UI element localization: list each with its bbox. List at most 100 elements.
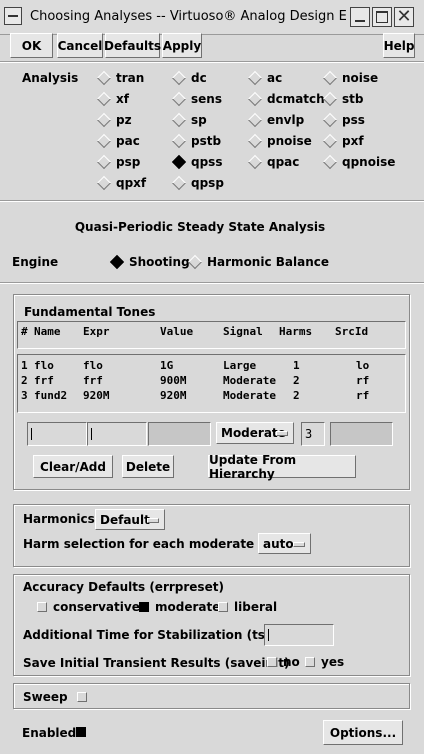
maximize-icon[interactable] — [372, 7, 392, 27]
analysis-option-label: noise — [342, 71, 379, 85]
analysis-radio-pxf[interactable]: pxf — [321, 132, 364, 150]
table-cell: Moderate — [223, 374, 276, 387]
analysis-option-label: pnoise — [267, 134, 312, 148]
tone-expr-input[interactable] — [87, 422, 147, 446]
analysis-radio-psp[interactable]: psp — [95, 153, 140, 171]
table-cell: Large — [223, 359, 257, 372]
analysis-option-label: pxf — [342, 134, 364, 148]
analysis-option-label: xf — [116, 92, 129, 106]
analysis-radio-ac[interactable]: ac — [246, 69, 282, 87]
table-cell: fund2 — [34, 389, 68, 402]
tstab-input[interactable] — [264, 624, 334, 646]
dropdown-indicator-icon — [276, 431, 288, 436]
engine-option-label: Shooting — [129, 255, 190, 269]
radio-unselected-icon — [247, 70, 263, 86]
tones-column-header: Signal — [223, 325, 263, 338]
analysis-option-label: pz — [116, 113, 132, 127]
radio-unselected-icon — [247, 91, 263, 107]
enabled-checkbox[interactable] — [76, 727, 86, 737]
errpreset-liberal[interactable]: liberal — [218, 600, 277, 614]
radio-unselected-icon — [171, 133, 187, 149]
errpreset-moderate[interactable]: moderate — [139, 600, 220, 614]
apply-button[interactable]: Apply — [162, 33, 202, 58]
delete-button[interactable]: Delete — [122, 455, 174, 478]
analysis-radio-pss[interactable]: pss — [321, 111, 365, 129]
saveinit-option-label: no — [283, 655, 300, 669]
defaults-button[interactable]: Defaults — [104, 33, 161, 58]
analysis-radio-stb[interactable]: stb — [321, 90, 363, 108]
errpreset-option-label: liberal — [234, 600, 278, 614]
radio-unselected-icon — [171, 175, 187, 191]
enabled-label: Enabled — [22, 726, 77, 740]
radio-unselected-icon — [96, 70, 112, 86]
analysis-option-label: envlp — [267, 113, 305, 127]
analysis-radio-pstb[interactable]: pstb — [170, 132, 221, 150]
close-icon[interactable]: ✕ — [394, 7, 414, 27]
engine-shooting-radio[interactable]: Shooting — [108, 253, 190, 271]
saveinit-no[interactable]: no — [267, 655, 300, 669]
radio-unselected-icon — [96, 112, 112, 128]
update-from-hierarchy-button[interactable]: Update From Hierarchy — [208, 453, 356, 481]
saveinit-option-label: yes — [321, 655, 345, 669]
analysis-radio-qpsp[interactable]: qpsp — [170, 174, 224, 192]
harm-selection-value: auto — [263, 536, 294, 551]
table-cell: 2 — [293, 389, 300, 402]
analysis-radio-dc[interactable]: dc — [170, 69, 207, 87]
analysis-radio-pac[interactable]: pac — [95, 132, 140, 150]
cancel-button[interactable]: Cancel — [57, 33, 103, 58]
analysis-radio-pnoise[interactable]: pnoise — [246, 132, 312, 150]
options-button[interactable]: Options... — [323, 720, 403, 745]
minimize-icon[interactable] — [350, 7, 370, 27]
tone-harms-value: 3 — [305, 427, 313, 441]
tone-harms-input[interactable]: 3 — [301, 422, 325, 446]
table-cell: 1G — [160, 359, 174, 372]
ok-button[interactable]: OK — [10, 33, 53, 58]
table-cell: 3 — [21, 389, 28, 402]
harm-selection-label: Harm selection for each moderate tone — [23, 537, 290, 551]
analysis-option-label: dcmatch — [267, 92, 325, 106]
analysis-radio-sp[interactable]: sp — [170, 111, 207, 129]
analysis-radio-xf[interactable]: xf — [95, 90, 129, 108]
dropdown-indicator-icon — [147, 517, 159, 523]
sweep-checkbox[interactable] — [77, 692, 87, 702]
analysis-radio-qpnoise[interactable]: qpnoise — [321, 153, 395, 171]
tone-name-input[interactable] — [27, 422, 87, 446]
tone-signal-dropdown[interactable]: Moderate — [216, 422, 294, 444]
analysis-radio-qpac[interactable]: qpac — [246, 153, 299, 171]
analysis-radio-pz[interactable]: pz — [95, 111, 132, 129]
help-button[interactable]: Help — [383, 33, 415, 58]
radio-unselected-icon — [322, 70, 338, 86]
tones-table[interactable] — [17, 354, 406, 413]
radio-selected-icon — [171, 154, 187, 170]
analysis-radio-dcmatch[interactable]: dcmatch — [246, 90, 325, 108]
table-cell: 1 — [293, 359, 300, 372]
window-menu-icon[interactable] — [4, 7, 22, 25]
analysis-option-label: pstb — [191, 134, 222, 148]
harmonics-dropdown[interactable]: Default — [95, 509, 165, 530]
checkbox-icon — [305, 657, 315, 667]
radio-unselected-icon — [322, 112, 338, 128]
analysis-option-label: qpss — [191, 155, 223, 169]
sweep-frame — [13, 683, 410, 709]
analysis-option-label: tran — [116, 71, 145, 85]
table-cell: flo — [34, 359, 54, 372]
clear-add-button[interactable]: Clear/Add — [33, 455, 113, 478]
radio-unselected-icon — [322, 154, 338, 170]
sweep-label: Sweep — [23, 690, 68, 704]
analysis-radio-qpxf[interactable]: qpxf — [95, 174, 146, 192]
errpreset-option-label: moderate — [155, 600, 221, 614]
analysis-radio-sens[interactable]: sens — [170, 90, 222, 108]
radio-unselected-icon — [187, 254, 203, 270]
engine-harmonic-balance-radio[interactable]: Harmonic Balance — [186, 253, 329, 271]
analysis-option-label: sens — [191, 92, 222, 106]
analysis-radio-qpss[interactable]: qpss — [170, 153, 222, 171]
errpreset-conservative[interactable]: conservative — [37, 600, 140, 614]
analysis-radio-noise[interactable]: noise — [321, 69, 378, 87]
saveinit-yes[interactable]: yes — [305, 655, 344, 669]
analysis-radio-tran[interactable]: tran — [95, 69, 144, 87]
table-cell: rf — [356, 389, 370, 402]
tones-column-header: Harms — [279, 325, 313, 338]
analysis-radio-envlp[interactable]: envlp — [246, 111, 304, 129]
harm-selection-dropdown[interactable]: auto — [258, 533, 311, 554]
radio-unselected-icon — [96, 91, 112, 107]
